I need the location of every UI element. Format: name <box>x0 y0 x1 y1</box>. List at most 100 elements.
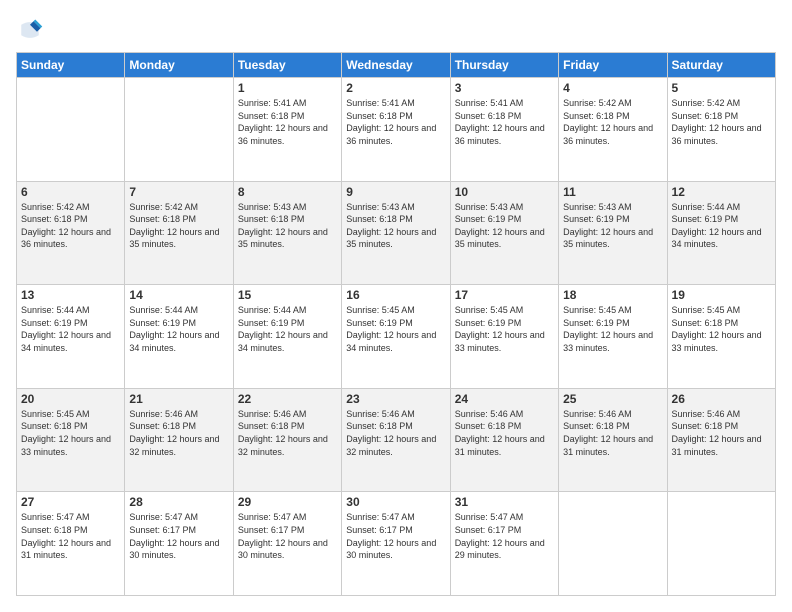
day-info: Sunrise: 5:44 AMSunset: 6:19 PMDaylight:… <box>129 304 228 354</box>
day-info: Sunrise: 5:46 AMSunset: 6:18 PMDaylight:… <box>238 408 337 458</box>
calendar-cell: 2 Sunrise: 5:41 AMSunset: 6:18 PMDaylight… <box>342 78 450 182</box>
calendar-cell: 10Sunrise: 5:43 AMSunset: 6:19 PMDayligh… <box>450 181 558 285</box>
day-info: Sunrise: 5:42 AMSunset: 6:18 PMDaylight:… <box>21 201 120 251</box>
day-number: 8 <box>238 185 337 199</box>
col-wednesday: Wednesday <box>342 53 450 78</box>
page-header <box>16 16 776 44</box>
day-info: Sunrise: 5:45 AMSunset: 6:19 PMDaylight:… <box>563 304 662 354</box>
calendar-cell: 29 Sunrise: 5:47 AMSunset: 6:17 PMDayligh… <box>233 492 341 596</box>
day-number: 1 <box>238 81 337 95</box>
day-number: 29 <box>238 495 337 509</box>
calendar-cell <box>17 78 125 182</box>
day-number: 27 <box>21 495 120 509</box>
day-number: 28 <box>129 495 228 509</box>
day-info: Sunrise: 5:45 AMSunset: 6:18 PMDaylight:… <box>21 408 120 458</box>
calendar-cell: 28 Sunrise: 5:47 AMSunset: 6:17 PMDayligh… <box>125 492 233 596</box>
day-number: 11 <box>563 185 662 199</box>
calendar-cell: 17Sunrise: 5:45 AMSunset: 6:19 PMDayligh… <box>450 285 558 389</box>
col-sunday: Sunday <box>17 53 125 78</box>
col-thursday: Thursday <box>450 53 558 78</box>
day-info: Sunrise: 5:43 AMSunset: 6:18 PMDaylight:… <box>346 201 445 251</box>
day-info: Sunrise: 5:41 AMSunset: 6:18 PMDaylight:… <box>455 97 554 147</box>
calendar-cell: 23Sunrise: 5:46 AMSunset: 6:18 PMDayligh… <box>342 388 450 492</box>
calendar-cell: 18 Sunrise: 5:45 AMSunset: 6:19 PMDayligh… <box>559 285 667 389</box>
calendar-cell: 25Sunrise: 5:46 AMSunset: 6:18 PMDayligh… <box>559 388 667 492</box>
day-number: 20 <box>21 392 120 406</box>
header-row: Sunday Monday Tuesday Wednesday Thursday… <box>17 53 776 78</box>
day-info: Sunrise: 5:41 AMSunset: 6:18 PMDaylight:… <box>346 97 445 147</box>
day-number: 19 <box>672 288 771 302</box>
calendar-cell: 20 Sunrise: 5:45 AMSunset: 6:18 PMDayligh… <box>17 388 125 492</box>
logo <box>16 16 48 44</box>
day-number: 24 <box>455 392 554 406</box>
day-info: Sunrise: 5:43 AMSunset: 6:19 PMDaylight:… <box>455 201 554 251</box>
week-row-1: 1 Sunrise: 5:41 AMSunset: 6:18 PMDaylight… <box>17 78 776 182</box>
calendar-cell: 12 Sunrise: 5:44 AMSunset: 6:19 PMDayligh… <box>667 181 775 285</box>
day-info: Sunrise: 5:46 AMSunset: 6:18 PMDaylight:… <box>455 408 554 458</box>
col-tuesday: Tuesday <box>233 53 341 78</box>
day-number: 15 <box>238 288 337 302</box>
day-info: Sunrise: 5:46 AMSunset: 6:18 PMDaylight:… <box>346 408 445 458</box>
calendar-cell: 3 Sunrise: 5:41 AMSunset: 6:18 PMDaylight… <box>450 78 558 182</box>
day-number: 9 <box>346 185 445 199</box>
calendar-page: Sunday Monday Tuesday Wednesday Thursday… <box>0 0 792 612</box>
calendar-cell: 16 Sunrise: 5:45 AMSunset: 6:19 PMDayligh… <box>342 285 450 389</box>
logo-icon <box>16 16 44 44</box>
calendar-cell: 14 Sunrise: 5:44 AMSunset: 6:19 PMDayligh… <box>125 285 233 389</box>
calendar-cell: 7Sunrise: 5:42 AMSunset: 6:18 PMDaylight… <box>125 181 233 285</box>
calendar-cell <box>125 78 233 182</box>
calendar-table: Sunday Monday Tuesday Wednesday Thursday… <box>16 52 776 596</box>
day-info: Sunrise: 5:42 AMSunset: 6:18 PMDaylight:… <box>563 97 662 147</box>
col-saturday: Saturday <box>667 53 775 78</box>
day-info: Sunrise: 5:42 AMSunset: 6:18 PMDaylight:… <box>129 201 228 251</box>
calendar-cell <box>559 492 667 596</box>
calendar-cell: 11 Sunrise: 5:43 AMSunset: 6:19 PMDayligh… <box>559 181 667 285</box>
week-row-3: 13 Sunrise: 5:44 AMSunset: 6:19 PMDayligh… <box>17 285 776 389</box>
day-number: 22 <box>238 392 337 406</box>
day-info: Sunrise: 5:45 AMSunset: 6:19 PMDaylight:… <box>346 304 445 354</box>
day-info: Sunrise: 5:47 AMSunset: 6:17 PMDaylight:… <box>238 511 337 561</box>
day-info: Sunrise: 5:43 AMSunset: 6:18 PMDaylight:… <box>238 201 337 251</box>
day-number: 13 <box>21 288 120 302</box>
week-row-2: 6Sunrise: 5:42 AMSunset: 6:18 PMDaylight… <box>17 181 776 285</box>
day-number: 25 <box>563 392 662 406</box>
day-info: Sunrise: 5:43 AMSunset: 6:19 PMDaylight:… <box>563 201 662 251</box>
day-number: 12 <box>672 185 771 199</box>
day-number: 16 <box>346 288 445 302</box>
calendar-cell: 19 Sunrise: 5:45 AMSunset: 6:18 PMDayligh… <box>667 285 775 389</box>
day-info: Sunrise: 5:47 AMSunset: 6:17 PMDaylight:… <box>346 511 445 561</box>
calendar-cell: 27 Sunrise: 5:47 AMSunset: 6:18 PMDayligh… <box>17 492 125 596</box>
day-info: Sunrise: 5:44 AMSunset: 6:19 PMDaylight:… <box>672 201 771 251</box>
day-number: 14 <box>129 288 228 302</box>
calendar-cell: 8 Sunrise: 5:43 AMSunset: 6:18 PMDaylight… <box>233 181 341 285</box>
calendar-cell: 5 Sunrise: 5:42 AMSunset: 6:18 PMDaylight… <box>667 78 775 182</box>
calendar-cell: 1Sunrise: 5:41 AMSunset: 6:18 PMDaylight… <box>233 78 341 182</box>
calendar-cell <box>667 492 775 596</box>
calendar-cell: 9 Sunrise: 5:43 AMSunset: 6:18 PMDaylight… <box>342 181 450 285</box>
col-friday: Friday <box>559 53 667 78</box>
calendar-cell: 4 Sunrise: 5:42 AMSunset: 6:18 PMDaylight… <box>559 78 667 182</box>
day-number: 17 <box>455 288 554 302</box>
day-number: 5 <box>672 81 771 95</box>
calendar-cell: 26Sunrise: 5:46 AMSunset: 6:18 PMDayligh… <box>667 388 775 492</box>
day-info: Sunrise: 5:44 AMSunset: 6:19 PMDaylight:… <box>238 304 337 354</box>
day-number: 31 <box>455 495 554 509</box>
calendar-cell: 31Sunrise: 5:47 AMSunset: 6:17 PMDayligh… <box>450 492 558 596</box>
week-row-5: 27 Sunrise: 5:47 AMSunset: 6:18 PMDayligh… <box>17 492 776 596</box>
day-number: 26 <box>672 392 771 406</box>
day-number: 3 <box>455 81 554 95</box>
day-number: 18 <box>563 288 662 302</box>
day-number: 30 <box>346 495 445 509</box>
day-info: Sunrise: 5:47 AMSunset: 6:17 PMDaylight:… <box>129 511 228 561</box>
day-info: Sunrise: 5:44 AMSunset: 6:19 PMDaylight:… <box>21 304 120 354</box>
calendar-cell: 13 Sunrise: 5:44 AMSunset: 6:19 PMDayligh… <box>17 285 125 389</box>
day-number: 2 <box>346 81 445 95</box>
day-number: 21 <box>129 392 228 406</box>
day-info: Sunrise: 5:42 AMSunset: 6:18 PMDaylight:… <box>672 97 771 147</box>
day-info: Sunrise: 5:47 AMSunset: 6:18 PMDaylight:… <box>21 511 120 561</box>
day-info: Sunrise: 5:45 AMSunset: 6:18 PMDaylight:… <box>672 304 771 354</box>
calendar-cell: 24 Sunrise: 5:46 AMSunset: 6:18 PMDayligh… <box>450 388 558 492</box>
calendar-cell: 6Sunrise: 5:42 AMSunset: 6:18 PMDaylight… <box>17 181 125 285</box>
day-number: 4 <box>563 81 662 95</box>
calendar-cell: 30 Sunrise: 5:47 AMSunset: 6:17 PMDayligh… <box>342 492 450 596</box>
